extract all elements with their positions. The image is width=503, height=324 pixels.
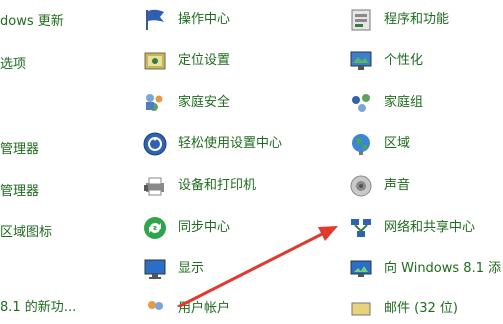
annotation-arrow bbox=[177, 226, 338, 307]
